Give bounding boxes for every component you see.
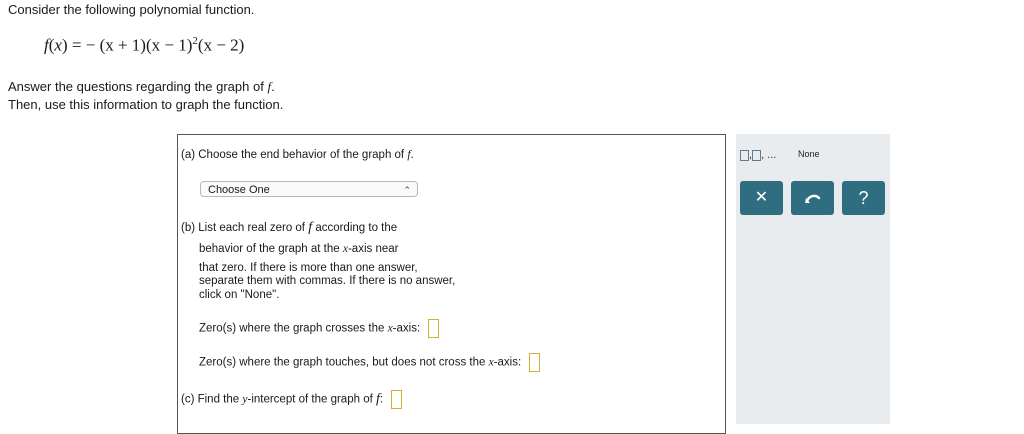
- part-b-label: (b) List each real zero of f according t…: [181, 220, 398, 235]
- answer-toolbar: ,, ... None ✕ ?: [736, 134, 890, 424]
- list-template-button[interactable]: ,, ...: [740, 149, 786, 167]
- question-intro: Consider the following polynomial functi…: [8, 2, 255, 17]
- select-chevron-icon: ⌃: [403, 185, 411, 195]
- end-behavior-select[interactable]: Choose One ⌃: [200, 181, 418, 197]
- instruction-line-2: Then, use this information to graph the …: [8, 97, 284, 112]
- times-icon: ✕: [754, 189, 769, 206]
- answer-panel: (a) Choose the end behavior of the graph…: [177, 134, 726, 434]
- clear-button[interactable]: ✕: [740, 181, 783, 215]
- function-formula: f(x) = − (x + 1)(x − 1)2(x − 2): [44, 35, 245, 55]
- undo-button[interactable]: [791, 181, 834, 215]
- part-c-label: (c) Find the y-intercept of the graph of…: [181, 390, 403, 409]
- instruction-line-1: Answer the questions regarding the graph…: [8, 79, 275, 94]
- crosses-answer-input[interactable]: [428, 319, 440, 338]
- undo-icon: [804, 194, 820, 203]
- question-icon: ?: [858, 188, 869, 208]
- none-button[interactable]: None: [798, 149, 828, 167]
- touches-answer-input[interactable]: [529, 353, 541, 372]
- touches-row: Zero(s) where the graph touches, but doe…: [199, 353, 541, 372]
- empty-box-icon: [740, 149, 749, 161]
- part-b-instructions: behavior of the graph at the x-axis near…: [199, 243, 456, 301]
- empty-box-icon: [752, 149, 762, 161]
- crosses-row: Zero(s) where the graph crosses the x-ax…: [199, 319, 440, 338]
- help-button[interactable]: ?: [842, 181, 885, 215]
- y-intercept-input[interactable]: [391, 390, 403, 409]
- part-a-label: (a) Choose the end behavior of the graph…: [181, 149, 414, 161]
